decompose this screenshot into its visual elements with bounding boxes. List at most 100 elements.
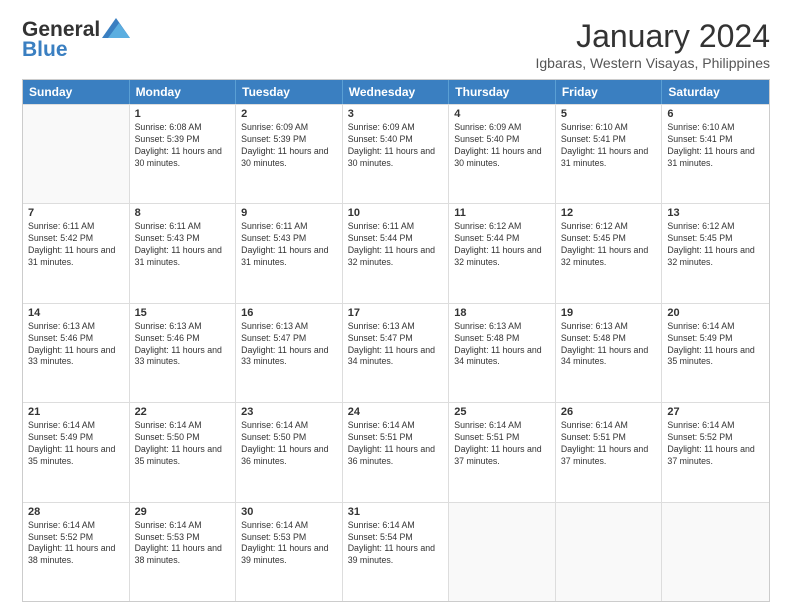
cell-text: Sunrise: 6:11 AM Sunset: 5:43 PM Dayligh…	[241, 221, 337, 269]
day-number: 14	[28, 307, 124, 319]
day-number: 28	[28, 506, 124, 518]
calendar-body: 1 Sunrise: 6:08 AM Sunset: 5:39 PM Daylig…	[23, 104, 769, 601]
logo-blue: Blue	[22, 38, 68, 62]
cal-cell: 1 Sunrise: 6:08 AM Sunset: 5:39 PM Daylig…	[130, 105, 237, 203]
cell-text: Sunrise: 6:14 AM Sunset: 5:52 PM Dayligh…	[667, 420, 764, 468]
cal-cell: 26 Sunrise: 6:14 AM Sunset: 5:51 PM Dayli…	[556, 403, 663, 501]
cal-cell: 16 Sunrise: 6:13 AM Sunset: 5:47 PM Dayli…	[236, 304, 343, 402]
day-number: 20	[667, 307, 764, 319]
day-number: 31	[348, 506, 444, 518]
cal-cell	[23, 105, 130, 203]
cell-text: Sunrise: 6:11 AM Sunset: 5:43 PM Dayligh…	[135, 221, 231, 269]
header-day-friday: Friday	[556, 80, 663, 104]
header-day-monday: Monday	[130, 80, 237, 104]
header: General Blue January 2024 Igbaras, Weste…	[22, 18, 770, 71]
cell-text: Sunrise: 6:14 AM Sunset: 5:49 PM Dayligh…	[28, 420, 124, 468]
header-day-tuesday: Tuesday	[236, 80, 343, 104]
day-number: 15	[135, 307, 231, 319]
day-number: 22	[135, 406, 231, 418]
cal-cell: 24 Sunrise: 6:14 AM Sunset: 5:51 PM Dayli…	[343, 403, 450, 501]
header-day-saturday: Saturday	[662, 80, 769, 104]
cal-cell: 5 Sunrise: 6:10 AM Sunset: 5:41 PM Daylig…	[556, 105, 663, 203]
cal-cell: 27 Sunrise: 6:14 AM Sunset: 5:52 PM Dayli…	[662, 403, 769, 501]
header-day-thursday: Thursday	[449, 80, 556, 104]
cell-text: Sunrise: 6:13 AM Sunset: 5:48 PM Dayligh…	[454, 321, 550, 369]
cal-cell: 22 Sunrise: 6:14 AM Sunset: 5:50 PM Dayli…	[130, 403, 237, 501]
day-number: 12	[561, 207, 657, 219]
cal-row-0: 1 Sunrise: 6:08 AM Sunset: 5:39 PM Daylig…	[23, 104, 769, 203]
cell-text: Sunrise: 6:13 AM Sunset: 5:47 PM Dayligh…	[241, 321, 337, 369]
cell-text: Sunrise: 6:14 AM Sunset: 5:51 PM Dayligh…	[454, 420, 550, 468]
day-number: 7	[28, 207, 124, 219]
day-number: 5	[561, 108, 657, 120]
cal-cell: 17 Sunrise: 6:13 AM Sunset: 5:47 PM Dayli…	[343, 304, 450, 402]
title-block: January 2024 Igbaras, Western Visayas, P…	[536, 18, 771, 71]
day-number: 4	[454, 108, 550, 120]
cal-cell: 3Sunrise: 6:09 AM Sunset: 5:40 PM Daylig…	[343, 105, 450, 203]
cell-text: Sunrise: 6:14 AM Sunset: 5:51 PM Dayligh…	[561, 420, 657, 468]
cell-text: Sunrise: 6:14 AM Sunset: 5:51 PM Dayligh…	[348, 420, 444, 468]
cal-row-1: 7Sunrise: 6:11 AM Sunset: 5:42 PM Daylig…	[23, 203, 769, 302]
day-number: 24	[348, 406, 444, 418]
cal-cell: 20 Sunrise: 6:14 AM Sunset: 5:49 PM Dayli…	[662, 304, 769, 402]
cell-text: Sunrise: 6:09 AM Sunset: 5:40 PM Dayligh…	[454, 122, 550, 170]
cal-cell: 23Sunrise: 6:14 AM Sunset: 5:50 PM Dayli…	[236, 403, 343, 501]
day-number: 29	[135, 506, 231, 518]
day-number: 2	[241, 108, 337, 120]
cal-cell: 14 Sunrise: 6:13 AM Sunset: 5:46 PM Dayli…	[23, 304, 130, 402]
cell-text: Sunrise: 6:09 AM Sunset: 5:39 PM Dayligh…	[241, 122, 337, 170]
cal-cell: 7Sunrise: 6:11 AM Sunset: 5:42 PM Daylig…	[23, 204, 130, 302]
cal-cell: 30 Sunrise: 6:14 AM Sunset: 5:53 PM Dayli…	[236, 503, 343, 601]
cal-cell: 13Sunrise: 6:12 AM Sunset: 5:45 PM Dayli…	[662, 204, 769, 302]
main-title: January 2024	[536, 18, 771, 55]
cal-cell: 25Sunrise: 6:14 AM Sunset: 5:51 PM Dayli…	[449, 403, 556, 501]
cell-text: Sunrise: 6:14 AM Sunset: 5:53 PM Dayligh…	[135, 520, 231, 568]
day-number: 30	[241, 506, 337, 518]
day-number: 11	[454, 207, 550, 219]
cal-cell: 11 Sunrise: 6:12 AM Sunset: 5:44 PM Dayli…	[449, 204, 556, 302]
day-number: 18	[454, 307, 550, 319]
cell-text: Sunrise: 6:14 AM Sunset: 5:49 PM Dayligh…	[667, 321, 764, 369]
cal-cell: 9 Sunrise: 6:11 AM Sunset: 5:43 PM Daylig…	[236, 204, 343, 302]
cal-row-3: 21 Sunrise: 6:14 AM Sunset: 5:49 PM Dayli…	[23, 402, 769, 501]
subtitle: Igbaras, Western Visayas, Philippines	[536, 55, 771, 71]
day-number: 26	[561, 406, 657, 418]
cal-cell: 18 Sunrise: 6:13 AM Sunset: 5:48 PM Dayli…	[449, 304, 556, 402]
day-number: 13	[667, 207, 764, 219]
day-number: 1	[135, 108, 231, 120]
header-day-wednesday: Wednesday	[343, 80, 450, 104]
cell-text: Sunrise: 6:14 AM Sunset: 5:54 PM Dayligh…	[348, 520, 444, 568]
cal-cell: 21 Sunrise: 6:14 AM Sunset: 5:49 PM Dayli…	[23, 403, 130, 501]
cell-text: Sunrise: 6:13 AM Sunset: 5:46 PM Dayligh…	[28, 321, 124, 369]
cell-text: Sunrise: 6:13 AM Sunset: 5:47 PM Dayligh…	[348, 321, 444, 369]
cell-text: Sunrise: 6:13 AM Sunset: 5:48 PM Dayligh…	[561, 321, 657, 369]
cal-row-4: 28Sunrise: 6:14 AM Sunset: 5:52 PM Dayli…	[23, 502, 769, 601]
cal-cell: 12Sunrise: 6:12 AM Sunset: 5:45 PM Dayli…	[556, 204, 663, 302]
day-number: 23	[241, 406, 337, 418]
cell-text: Sunrise: 6:12 AM Sunset: 5:44 PM Dayligh…	[454, 221, 550, 269]
calendar: SundayMondayTuesdayWednesdayThursdayFrid…	[22, 79, 770, 602]
header-day-sunday: Sunday	[23, 80, 130, 104]
cal-cell: 4 Sunrise: 6:09 AM Sunset: 5:40 PM Daylig…	[449, 105, 556, 203]
cell-text: Sunrise: 6:14 AM Sunset: 5:53 PM Dayligh…	[241, 520, 337, 568]
day-number: 6	[667, 108, 764, 120]
cell-text: Sunrise: 6:14 AM Sunset: 5:50 PM Dayligh…	[135, 420, 231, 468]
cal-cell	[449, 503, 556, 601]
day-number: 17	[348, 307, 444, 319]
day-number: 10	[348, 207, 444, 219]
cal-cell: 2 Sunrise: 6:09 AM Sunset: 5:39 PM Daylig…	[236, 105, 343, 203]
day-number: 9	[241, 207, 337, 219]
cell-text: Sunrise: 6:10 AM Sunset: 5:41 PM Dayligh…	[561, 122, 657, 170]
cell-text: Sunrise: 6:10 AM Sunset: 5:41 PM Dayligh…	[667, 122, 764, 170]
day-number: 16	[241, 307, 337, 319]
cell-text: Sunrise: 6:09 AM Sunset: 5:40 PM Dayligh…	[348, 122, 444, 170]
day-number: 27	[667, 406, 764, 418]
cell-text: Sunrise: 6:08 AM Sunset: 5:39 PM Dayligh…	[135, 122, 231, 170]
cell-text: Sunrise: 6:11 AM Sunset: 5:44 PM Dayligh…	[348, 221, 444, 269]
day-number: 19	[561, 307, 657, 319]
cal-cell: 29 Sunrise: 6:14 AM Sunset: 5:53 PM Dayli…	[130, 503, 237, 601]
day-number: 21	[28, 406, 124, 418]
cell-text: Sunrise: 6:13 AM Sunset: 5:46 PM Dayligh…	[135, 321, 231, 369]
cal-cell	[662, 503, 769, 601]
day-number: 8	[135, 207, 231, 219]
